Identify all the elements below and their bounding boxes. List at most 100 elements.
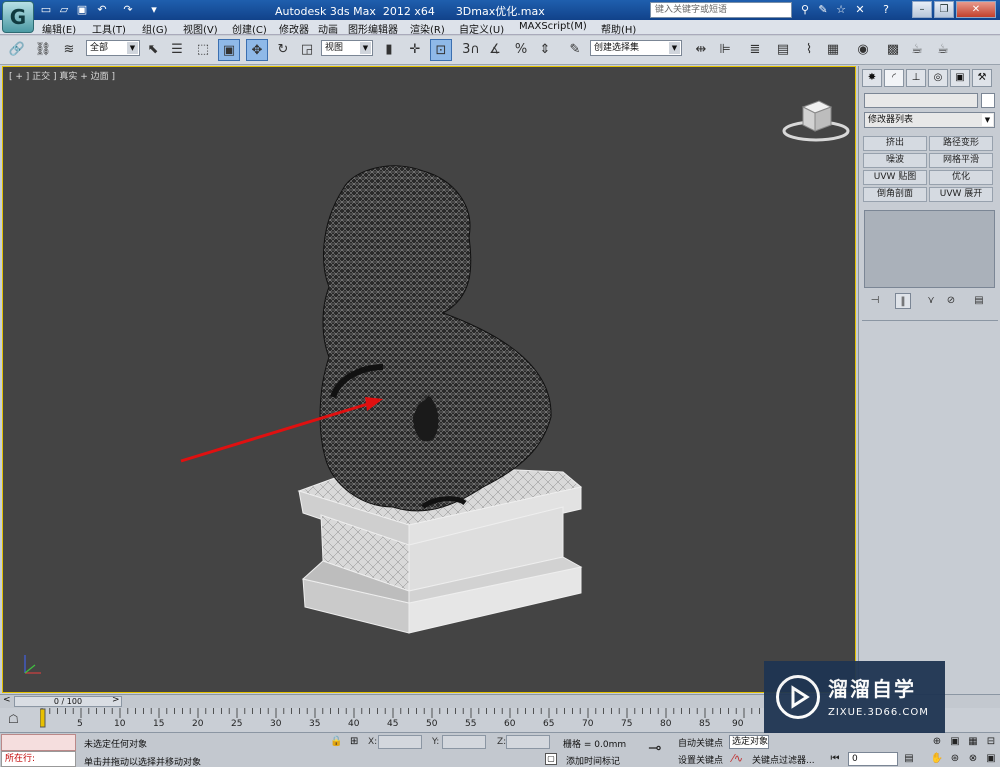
window-crossing-icon[interactable]: ▣ (218, 39, 240, 61)
menu-create[interactable]: 创建(C) (232, 21, 267, 36)
set-key-button[interactable]: 设置关键点 (678, 753, 723, 766)
menu-group[interactable]: 组(G) (142, 21, 168, 36)
menu-views[interactable]: 视图(V) (183, 21, 218, 36)
orbit-subobject-icon[interactable]: ⊗ (966, 752, 980, 766)
link-icon[interactable]: 🔗 (6, 39, 28, 61)
spinner-snap-icon[interactable]: ⇕ (534, 39, 556, 61)
track-ruler[interactable] (40, 708, 760, 732)
menu-graph-editors[interactable]: 图形编辑器 (348, 21, 398, 36)
key-icon[interactable]: ⊸ (648, 738, 661, 757)
display-tab-icon[interactable]: ▣ (950, 69, 970, 87)
utilities-tab-icon[interactable]: ⚒ (972, 69, 992, 87)
layer-manager-icon[interactable]: ≣ (744, 39, 766, 61)
create-tab-icon[interactable]: ✸ (862, 69, 882, 87)
menu-animation[interactable]: 动画 (318, 21, 338, 36)
modifier-unwrap-uvw-button[interactable]: UVW 展开 (929, 187, 993, 202)
tools-icon[interactable]: ✎ (815, 2, 831, 18)
menu-edit[interactable]: 编辑(E) (42, 21, 76, 36)
exchange-icon[interactable]: ✕ (852, 2, 868, 18)
select-and-rotate-icon[interactable]: ↻ (272, 39, 294, 61)
maxscript-listener[interactable] (1, 734, 76, 751)
field-of-view-icon[interactable]: ⊟ (984, 735, 998, 749)
reference-coordinate-dropdown[interactable]: 视图 ▼ (321, 40, 373, 56)
menu-rendering[interactable]: 渲染(R) (410, 21, 445, 36)
modifier-stack-list[interactable] (864, 210, 995, 288)
time-tag-icon[interactable]: ▢ (545, 753, 557, 765)
time-slider-prev-icon[interactable]: < (3, 695, 11, 705)
auto-key-button[interactable]: 自动关键点 (678, 736, 723, 749)
snaps-toggle-icon[interactable]: 3∩ (460, 39, 482, 61)
maximize-viewport-icon[interactable]: ▣ (984, 752, 998, 766)
lock-icon[interactable]: 🔒 (330, 736, 342, 747)
menu-maxscript[interactable]: MAXScript(M) (519, 21, 587, 32)
render-setup-icon[interactable]: ▩ (882, 39, 904, 61)
zoom-extents-all-icon[interactable]: ▦ (966, 735, 980, 749)
render-production-icon[interactable]: ☕ (932, 39, 954, 61)
key-filters-button[interactable]: 关键点过滤器... (752, 753, 815, 766)
mini-curve-editor-icon[interactable]: ☖ (8, 712, 19, 726)
selection-filter-dropdown[interactable]: 全部 ▼ (86, 40, 140, 56)
mirror-icon[interactable]: ⇹ (690, 39, 712, 61)
make-unique-icon[interactable]: ⋎ (923, 293, 939, 309)
modifier-noise-button[interactable]: 噪波 (863, 153, 927, 168)
y-coordinate-field[interactable] (442, 735, 486, 749)
remove-modifier-icon[interactable]: ⊘ (943, 293, 959, 309)
keyboard-shortcut-override-icon[interactable]: ⊡ (430, 39, 452, 61)
time-config-icon[interactable]: ▤ (902, 752, 916, 766)
modifier-path-deform-button[interactable]: 路径变形 (929, 136, 993, 151)
minimize-button[interactable]: – (912, 1, 932, 18)
rectangle-selection-icon[interactable]: ⬚ (192, 39, 214, 61)
hierarchy-tab-icon[interactable]: ⊥ (906, 69, 926, 87)
graphite-toolbar-icon[interactable]: ▤ (772, 39, 794, 61)
save-file-icon[interactable]: ▣ (74, 2, 90, 17)
menu-customize[interactable]: 自定义(U) (459, 21, 504, 36)
app-logo-button[interactable]: G (2, 1, 34, 33)
open-file-icon[interactable]: ▱ (56, 2, 72, 17)
modify-tab-icon[interactable]: ◜ (884, 69, 904, 87)
pivot-center-icon[interactable]: ▮ (378, 39, 400, 61)
object-name-field[interactable] (864, 93, 978, 108)
schematic-view-icon[interactable]: ▦ (822, 39, 844, 61)
pan-view-icon[interactable]: ✋ (930, 752, 944, 766)
undo-icon[interactable]: ↶ (94, 2, 110, 17)
percent-snap-icon[interactable]: % (510, 39, 532, 61)
modifier-optimize-button[interactable]: 优化 (929, 170, 993, 185)
add-time-tag-button[interactable]: 添加时间标记 (566, 754, 620, 767)
binoculars-icon[interactable]: ⚲ (797, 2, 813, 18)
maximize-button[interactable]: ❐ (934, 1, 954, 18)
select-object-icon[interactable]: ⬉ (142, 39, 164, 61)
modifier-list-dropdown[interactable]: 修改器列表 ▼ (864, 112, 995, 128)
menu-help[interactable]: 帮助(H) (601, 21, 636, 36)
perspective-viewport[interactable]: [ + ] 正交 ] 真实 + 边面 ] (2, 66, 856, 693)
object-color-swatch[interactable] (981, 93, 995, 108)
x-coordinate-field[interactable] (378, 735, 422, 749)
rendered-frame-window-icon[interactable]: ☕ (906, 39, 928, 61)
help-icon[interactable]: ? (878, 2, 894, 18)
select-and-scale-icon[interactable]: ◲ (296, 39, 318, 61)
current-frame-marker[interactable] (40, 708, 46, 728)
time-slider[interactable]: 0 / 100 (14, 696, 122, 707)
angle-snap-icon[interactable]: ∡ (484, 39, 506, 61)
motion-tab-icon[interactable]: ◎ (928, 69, 948, 87)
modifier-uvw-map-button[interactable]: UVW 贴图 (863, 170, 927, 185)
edit-named-selection-icon[interactable]: ✎ (564, 39, 586, 61)
named-selection-dropdown[interactable]: 创建选择集 ▼ (590, 40, 682, 56)
star-icon[interactable]: ☆ (833, 2, 849, 18)
modifier-extrude-button[interactable]: 挤出 (863, 136, 927, 151)
z-coordinate-field[interactable] (506, 735, 550, 749)
new-file-icon[interactable]: ▭ (38, 2, 54, 17)
redo-icon[interactable]: ↷ (120, 2, 136, 17)
go-to-start-icon[interactable]: ⏮ (828, 752, 842, 766)
align-icon[interactable]: ⊫ (714, 39, 736, 61)
material-editor-icon[interactable]: ◉ (852, 39, 874, 61)
select-by-name-icon[interactable]: ☰ (166, 39, 188, 61)
selection-set-dropdown[interactable]: 选定对象 (729, 735, 769, 749)
select-manipulate-icon[interactable]: ✛ (404, 39, 426, 61)
scene-model[interactable] (3, 67, 856, 693)
search-input[interactable]: 键入关键字或短语 (650, 2, 792, 18)
zoom-extents-icon[interactable]: ▣ (948, 735, 962, 749)
maxscript-mini-listener[interactable]: 所在行: (1, 751, 76, 767)
show-end-result-icon[interactable]: ‖ (895, 293, 911, 309)
modifier-meshsmooth-button[interactable]: 网格平滑 (929, 153, 993, 168)
menu-modifiers[interactable]: 修改器 (279, 21, 309, 36)
